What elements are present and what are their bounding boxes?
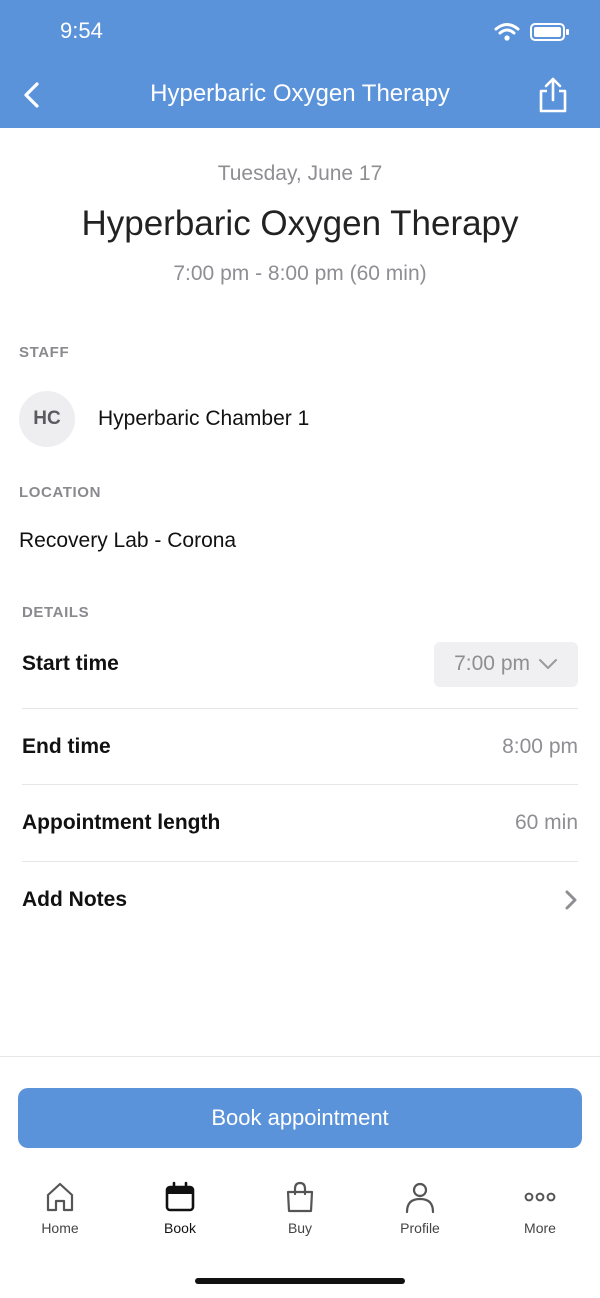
appointment-length-label: Appointment length bbox=[22, 811, 221, 834]
end-time-row: End time 8:00 pm bbox=[22, 709, 578, 785]
person-icon bbox=[405, 1182, 435, 1214]
end-time-label: End time bbox=[22, 735, 111, 758]
tab-profile-label: Profile bbox=[400, 1220, 440, 1236]
appointment-date: Tuesday, June 17 bbox=[217, 162, 383, 185]
tab-buy-label: Buy bbox=[287, 1220, 313, 1236]
tab-buy[interactable]: Buy bbox=[240, 1180, 360, 1250]
tab-more-label: More bbox=[524, 1220, 556, 1236]
tab-book-label: Book bbox=[164, 1220, 196, 1236]
tab-profile[interactable]: Profile bbox=[360, 1180, 480, 1250]
start-time-row: Start time 7:00 pm bbox=[22, 626, 578, 702]
location-name: Recovery Lab - Corona bbox=[19, 529, 237, 552]
tab-bar: Home Book Buy Profile More bbox=[0, 1180, 600, 1250]
home-icon bbox=[46, 1182, 74, 1212]
share-button[interactable] bbox=[536, 76, 570, 114]
nav-title: Hyperbaric Oxygen Therapy bbox=[150, 80, 450, 107]
start-time-label: Start time bbox=[22, 652, 119, 675]
calendar-icon bbox=[165, 1181, 195, 1212]
home-indicator bbox=[195, 1278, 405, 1284]
tab-more[interactable]: More bbox=[480, 1180, 600, 1250]
appointment-time-range: 7:00 pm - 8:00 pm (60 min) bbox=[173, 262, 427, 285]
tab-home-label: Home bbox=[41, 1220, 79, 1236]
tab-book[interactable]: Book bbox=[120, 1180, 240, 1250]
staff-name: Hyperbaric Chamber 1 bbox=[98, 407, 310, 430]
header-bar: 9:54 Hyperbaric Oxygen Therapy bbox=[0, 0, 600, 128]
add-notes-row[interactable]: Add Notes bbox=[22, 862, 578, 938]
shopping-bag-icon bbox=[286, 1181, 314, 1213]
wifi-icon bbox=[494, 23, 520, 41]
status-icons bbox=[494, 22, 570, 42]
appointment-title: Hyperbaric Oxygen Therapy bbox=[81, 204, 519, 243]
more-dots-icon bbox=[524, 1192, 556, 1202]
footer-divider bbox=[0, 1056, 600, 1057]
appointment-length-row: Appointment length 60 min bbox=[22, 785, 578, 861]
start-time-select[interactable]: 7:00 pm bbox=[434, 641, 578, 687]
staff-avatar: HC bbox=[19, 391, 75, 447]
chevron-down-icon bbox=[539, 659, 557, 669]
chevron-right-icon bbox=[565, 890, 577, 910]
share-icon bbox=[539, 77, 567, 113]
add-notes-label: Add Notes bbox=[22, 888, 127, 911]
end-time-value: 8:00 pm bbox=[502, 735, 578, 758]
start-time-value: 7:00 pm bbox=[454, 652, 530, 675]
book-appointment-button[interactable]: Book appointment bbox=[18, 1088, 582, 1148]
appointment-length-value: 60 min bbox=[514, 811, 578, 834]
location-section-label: LOCATION bbox=[19, 484, 102, 501]
status-time: 9:54 bbox=[60, 18, 103, 43]
staff-section-label: STAFF bbox=[19, 344, 70, 361]
battery-icon bbox=[530, 23, 569, 41]
details-section-label: DETAILS bbox=[22, 604, 90, 621]
tab-home[interactable]: Home bbox=[0, 1180, 120, 1250]
